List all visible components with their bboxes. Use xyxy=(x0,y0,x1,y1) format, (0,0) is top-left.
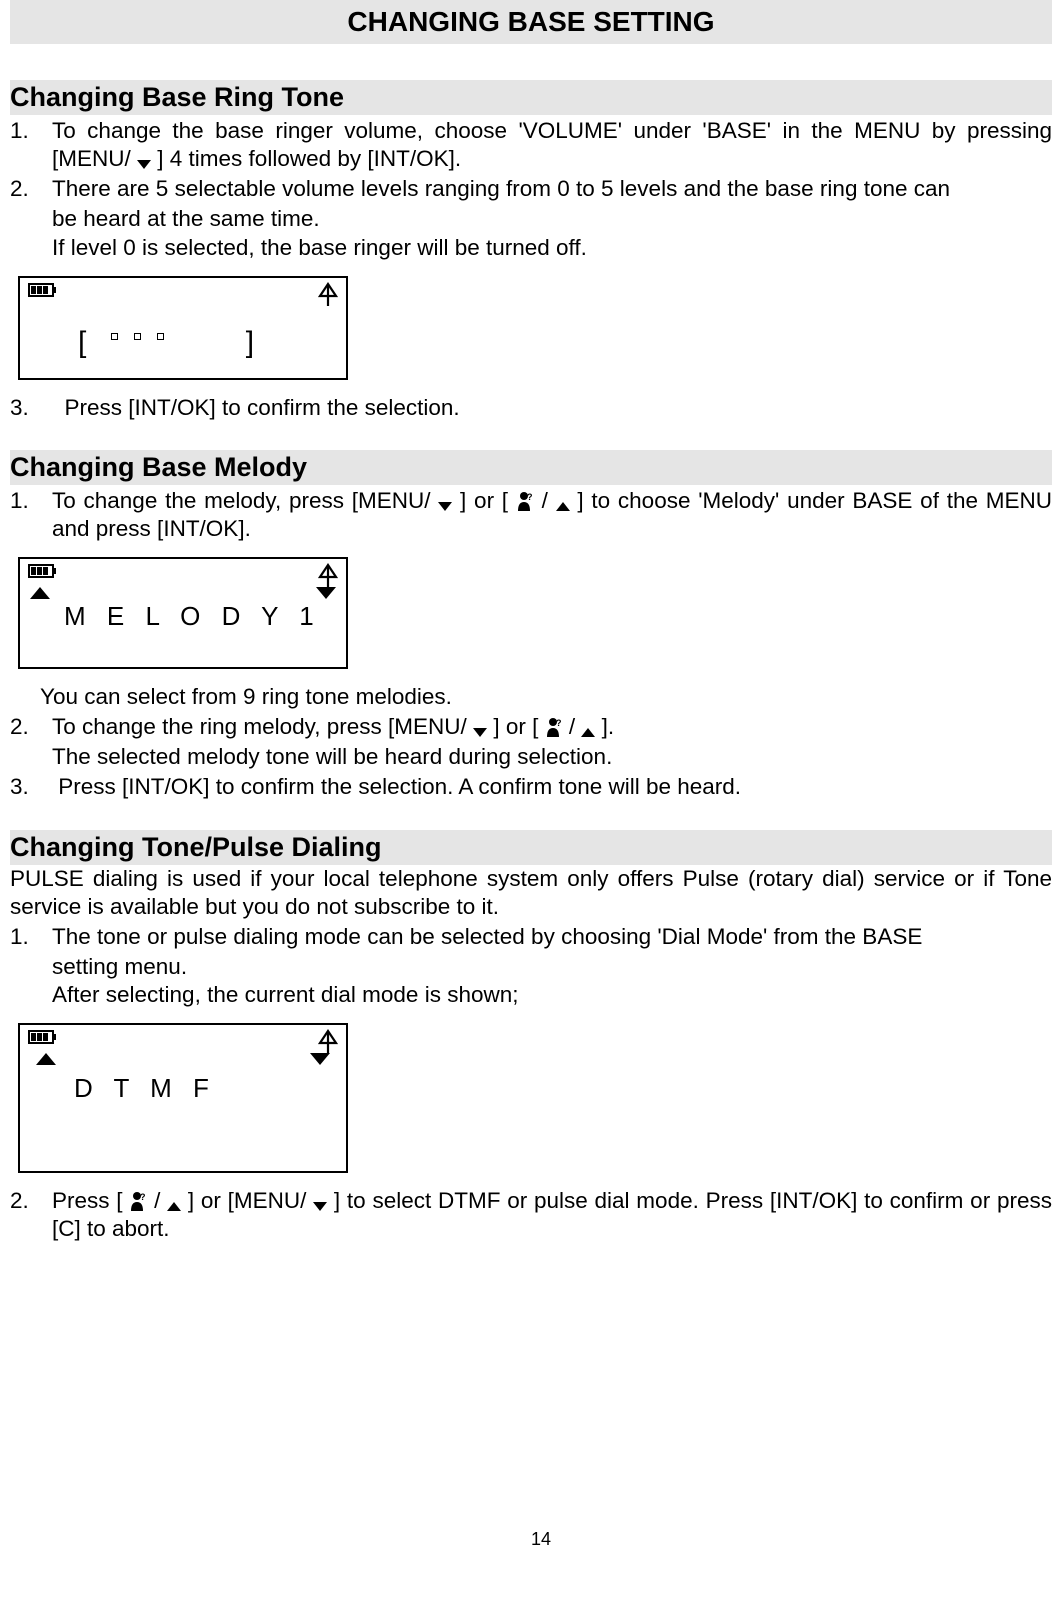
melody-step-2: 2. To change the ring melody, press [MEN… xyxy=(10,713,1052,741)
up-arrow-icon xyxy=(167,1202,181,1211)
dial-step-2: 2. Press [ / ] or [MENU/ ] to select DTM… xyxy=(10,1187,1052,1243)
volume-bracket-left: [ xyxy=(78,326,90,359)
down-arrow-icon xyxy=(313,1202,327,1211)
melody-step-3: 3. Press [INT/OK] to confirm the selecti… xyxy=(10,773,1052,801)
section-heading-dial: Changing Tone/Pulse Dialing xyxy=(10,830,1052,865)
list-marker: 3. xyxy=(10,394,29,422)
person-icon xyxy=(516,491,534,511)
battery-icon xyxy=(28,1029,58,1045)
list-marker: 1. xyxy=(10,487,29,515)
text: Press [INT/OK] to confirm the selection.… xyxy=(58,774,741,799)
text: To change the melody, press [MENU/ xyxy=(52,488,431,513)
page-number: 14 xyxy=(10,1529,1062,1550)
section-heading-ring-tone: Changing Base Ring Tone xyxy=(10,80,1052,115)
ring-tone-step-2-sub1: be heard at the same time. xyxy=(10,205,1052,233)
melody-step-2-sub: The selected melody tone will be heard d… xyxy=(10,743,1052,771)
text: ] or [MENU/ xyxy=(188,1188,307,1213)
up-arrow-icon xyxy=(30,587,50,599)
list-marker: 3. xyxy=(10,773,29,801)
down-arrow-icon xyxy=(137,160,151,169)
dial-step-1-sub1: setting menu. xyxy=(10,953,1052,981)
section-heading-melody: Changing Base Melody xyxy=(10,450,1052,485)
battery-icon xyxy=(28,282,58,298)
dial-step-1: 1. The tone or pulse dialing mode can be… xyxy=(10,923,1052,951)
volume-bracket-right: ] xyxy=(246,326,258,359)
text: ]. xyxy=(602,714,615,739)
text: There are 5 selectable volume levels ran… xyxy=(52,176,950,201)
lcd-melody-display: M E L O D Y 1 xyxy=(18,557,348,669)
page-title: CHANGING BASE SETTING xyxy=(10,0,1052,44)
dial-step-1-sub2: After selecting, the current dial mode i… xyxy=(10,981,1052,1009)
text: / xyxy=(569,714,575,739)
list-marker: 1. xyxy=(10,117,29,145)
dial-intro: PULSE dialing is used if your local tele… xyxy=(10,865,1052,921)
down-arrow-icon xyxy=(473,728,487,737)
melody-step-1: 1. To change the melody, press [MENU/ ] … xyxy=(10,487,1052,543)
up-arrow-icon xyxy=(581,728,595,737)
down-arrow-icon xyxy=(438,502,452,511)
lcd-dial-display: D T M F xyxy=(18,1023,348,1173)
down-arrow-icon xyxy=(310,1053,330,1065)
up-arrow-icon xyxy=(556,502,570,511)
ring-tone-step-3: 3. Press [INT/OK] to confirm the selecti… xyxy=(10,394,1052,422)
text: Press [INT/OK] to confirm the selection. xyxy=(65,395,460,420)
text: / xyxy=(154,1188,160,1213)
melody-after-lcd: You can select from 9 ring tone melodies… xyxy=(10,683,1052,711)
antenna-icon xyxy=(318,282,338,308)
lcd-volume-display: [ ] xyxy=(18,276,348,380)
battery-icon xyxy=(28,563,58,579)
ring-tone-step-2: 2. There are 5 selectable volume levels … xyxy=(10,175,1052,203)
text: / xyxy=(542,488,548,513)
text: The tone or pulse dialing mode can be se… xyxy=(52,924,922,949)
text: ] or [ xyxy=(460,488,508,513)
list-marker: 2. xyxy=(10,1187,29,1215)
text: ] or [ xyxy=(493,714,538,739)
antenna-icon xyxy=(318,563,338,589)
antenna-icon xyxy=(318,1029,338,1055)
text: Press [ xyxy=(52,1188,123,1213)
down-arrow-icon xyxy=(316,587,336,599)
list-marker: 2. xyxy=(10,713,29,741)
lcd-melody-text: M E L O D Y 1 xyxy=(28,601,338,632)
list-marker: 1. xyxy=(10,923,29,951)
text: ] 4 times followed by [INT/OK]. xyxy=(157,146,461,171)
volume-level-indicator xyxy=(103,320,172,354)
text: To change the ring melody, press [MENU/ xyxy=(52,714,467,739)
ring-tone-step-1: 1. To change the base ringer volume, cho… xyxy=(10,117,1052,173)
person-icon xyxy=(129,1191,147,1211)
person-icon xyxy=(545,717,563,737)
lcd-dial-text: D T M F xyxy=(28,1073,338,1104)
up-arrow-icon xyxy=(36,1053,56,1065)
ring-tone-step-2-sub2: If level 0 is selected, the base ringer … xyxy=(10,234,1052,262)
list-marker: 2. xyxy=(10,175,29,203)
